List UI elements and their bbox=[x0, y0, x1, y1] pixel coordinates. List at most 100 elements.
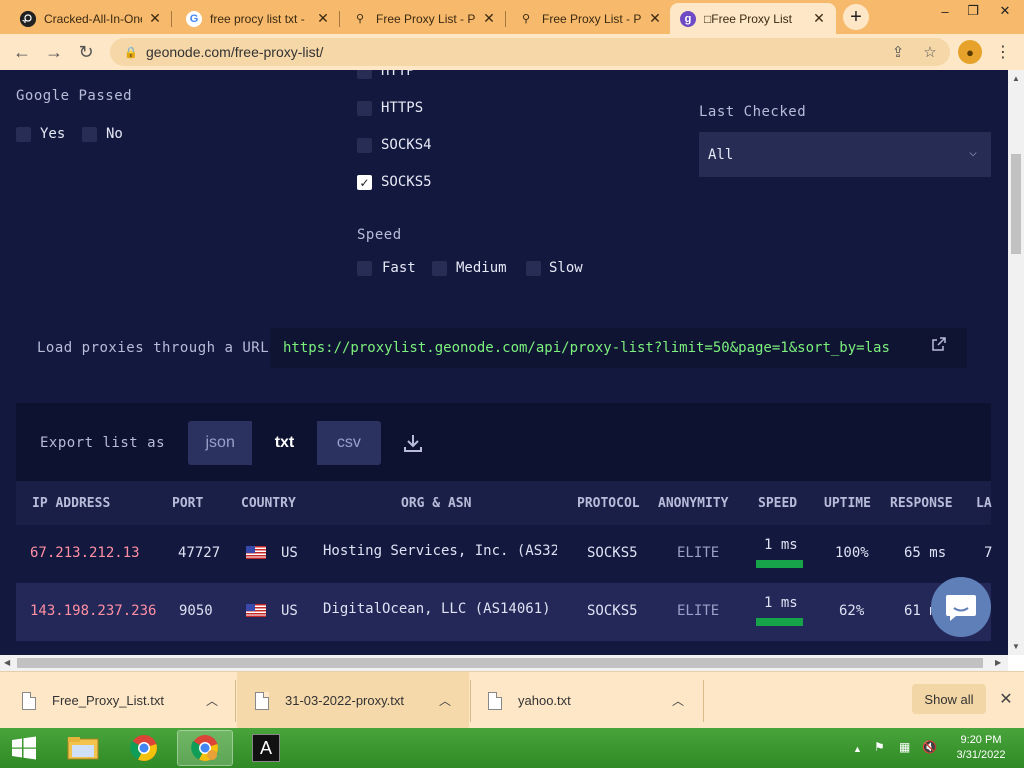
chrome-icon bbox=[191, 735, 218, 761]
horizontal-scrollbar[interactable]: ◀ ▶ bbox=[0, 655, 1008, 671]
close-shelf-button[interactable]: ✕ bbox=[996, 687, 1016, 711]
scroll-down-icon[interactable]: ▼ bbox=[1012, 642, 1020, 651]
file-icon bbox=[488, 691, 502, 710]
scroll-up-icon[interactable]: ▲ bbox=[1012, 74, 1020, 83]
tab-title: Free Proxy List - Pr bbox=[376, 11, 476, 26]
proxy-site-icon: ⚲ bbox=[355, 13, 365, 25]
scroll-right-icon[interactable]: ▶ bbox=[995, 658, 1001, 667]
volume-muted-icon[interactable]: 🔇 bbox=[922, 740, 937, 754]
last-checked-select[interactable]: All ⌵ bbox=[699, 132, 991, 177]
col-speed[interactable]: SPEED bbox=[758, 496, 797, 511]
profile-avatar[interactable]: ● bbox=[958, 40, 982, 64]
download-item[interactable]: Free_Proxy_List.txt ︿ bbox=[0, 672, 234, 729]
vertical-scrollbar[interactable]: ▲ ▼ bbox=[1008, 70, 1024, 655]
cell-uptime: 100% bbox=[835, 545, 869, 561]
close-window-button[interactable]: ✕ bbox=[990, 0, 1020, 22]
export-json-button[interactable]: json bbox=[188, 421, 252, 465]
download-icon[interactable] bbox=[402, 432, 424, 454]
speed-medium-checkbox[interactable] bbox=[432, 261, 447, 276]
close-tab-icon[interactable]: ✕ bbox=[482, 10, 496, 27]
api-url-field[interactable]: https://proxylist.geonode.com/api/proxy-… bbox=[270, 328, 967, 368]
forward-button[interactable]: → bbox=[40, 38, 68, 66]
start-button[interactable] bbox=[0, 730, 48, 766]
export-txt-button[interactable]: txt bbox=[252, 421, 317, 465]
tab-free-proxy-list-2[interactable]: ⚲ Free Proxy List - Pr ✕ bbox=[508, 3, 672, 34]
cell-ip[interactable]: 143.198.237.236 bbox=[30, 603, 156, 619]
protocol-socks5-checkbox[interactable]: ✓ bbox=[357, 175, 372, 190]
tab-free-proxy-list-1[interactable]: ⚲ Free Proxy List - Pr ✕ bbox=[342, 3, 506, 34]
download-filename: Free_Proxy_List.txt bbox=[52, 693, 164, 708]
lock-icon: 🔒 bbox=[124, 46, 138, 59]
back-button[interactable]: ← bbox=[8, 38, 36, 66]
us-flag-icon bbox=[246, 604, 266, 617]
clock-time: 9:20 PM bbox=[960, 734, 1002, 746]
cell-speed: 1 ms bbox=[764, 537, 798, 553]
terminal-app-icon: A bbox=[252, 734, 280, 762]
tab-google-search[interactable]: G free procy list txt - ✕ bbox=[176, 3, 340, 34]
restore-icon: ❐ bbox=[967, 3, 979, 18]
google-no-label: No bbox=[106, 126, 123, 142]
col-ip-address[interactable]: IP ADDRESS bbox=[32, 496, 110, 511]
chat-widget-button[interactable] bbox=[931, 577, 991, 637]
file-explorer-taskbar-button[interactable] bbox=[55, 730, 111, 766]
chevron-up-icon[interactable]: ︿ bbox=[206, 692, 218, 709]
download-item[interactable]: yahoo.txt ︿ bbox=[472, 672, 702, 729]
col-last-checked[interactable]: LA bbox=[976, 496, 992, 511]
close-icon: ✕ bbox=[999, 3, 1011, 18]
close-tab-icon[interactable]: ✕ bbox=[648, 10, 662, 27]
close-tab-icon[interactable]: ✕ bbox=[316, 10, 330, 27]
bookmark-star-icon[interactable]: ☆ bbox=[916, 38, 944, 66]
network-icon[interactable]: ▦ bbox=[899, 740, 910, 754]
minimize-button[interactable]: – bbox=[930, 0, 960, 22]
col-response[interactable]: RESPONSE bbox=[890, 496, 953, 511]
external-link-icon[interactable] bbox=[929, 334, 949, 354]
show-hidden-icons-icon[interactable]: ▲ bbox=[853, 744, 862, 754]
protocol-socks4-checkbox[interactable] bbox=[357, 138, 372, 153]
tab-geonode-active[interactable]: g □Free Proxy List ✕ bbox=[670, 3, 836, 34]
speed-slow-checkbox[interactable] bbox=[526, 261, 541, 276]
cell-country: US bbox=[281, 545, 298, 561]
app-taskbar-button[interactable]: A bbox=[238, 730, 294, 766]
file-icon bbox=[255, 691, 269, 710]
col-port[interactable]: PORT bbox=[172, 496, 203, 511]
restore-button[interactable]: ❐ bbox=[958, 0, 988, 22]
col-country[interactable]: COUNTRY bbox=[241, 496, 296, 511]
share-icon[interactable]: ⇪ bbox=[884, 38, 912, 66]
system-clock[interactable]: 9:20 PM 3/31/2022 bbox=[946, 733, 1016, 763]
scrollbar-thumb[interactable] bbox=[17, 658, 983, 668]
speed-fast-checkbox[interactable] bbox=[357, 261, 372, 276]
browser-menu-icon[interactable]: ⋮ bbox=[993, 40, 1013, 64]
reload-button[interactable]: ↻ bbox=[72, 38, 100, 66]
file-icon bbox=[22, 691, 36, 710]
download-filename: 31-03-2022-proxy.txt bbox=[285, 693, 404, 708]
protocol-https-checkbox[interactable] bbox=[357, 101, 372, 116]
address-bar[interactable]: 🔒 geonode.com/free-proxy-list/ bbox=[110, 38, 950, 66]
chat-bubble-icon bbox=[946, 595, 976, 621]
chevron-up-icon[interactable]: ︿ bbox=[672, 692, 684, 709]
scroll-left-icon[interactable]: ◀ bbox=[4, 658, 10, 667]
show-all-button[interactable]: Show all bbox=[912, 684, 986, 714]
github-icon bbox=[20, 10, 36, 27]
protocol-http-checkbox[interactable] bbox=[357, 70, 372, 79]
col-org-asn[interactable]: ORG & ASN bbox=[401, 496, 471, 511]
export-csv-button[interactable]: csv bbox=[317, 421, 381, 465]
google-no-checkbox[interactable] bbox=[82, 127, 97, 142]
new-tab-button[interactable]: + bbox=[843, 4, 869, 30]
download-item[interactable]: 31-03-2022-proxy.txt ︿ bbox=[237, 672, 469, 729]
tab-github[interactable]: Cracked-All-In-One ✕ bbox=[10, 3, 172, 34]
close-tab-icon[interactable]: ✕ bbox=[812, 10, 826, 27]
chrome-taskbar-button[interactable] bbox=[116, 730, 172, 766]
google-yes-checkbox[interactable] bbox=[16, 127, 31, 142]
tab-title: Cracked-All-In-One bbox=[44, 11, 142, 26]
close-tab-icon[interactable]: ✕ bbox=[148, 10, 162, 27]
cell-ip[interactable]: 67.213.212.13 bbox=[30, 545, 140, 561]
scrollbar-thumb[interactable] bbox=[1011, 154, 1021, 254]
action-center-flag-icon[interactable]: ⚑ bbox=[874, 740, 885, 754]
col-protocol[interactable]: PROTOCOL bbox=[577, 496, 640, 511]
chrome-active-taskbar-button[interactable] bbox=[177, 730, 233, 766]
col-anonymity[interactable]: ANONYMITY bbox=[658, 496, 728, 511]
chevron-down-icon: ⌵ bbox=[969, 145, 977, 160]
col-uptime[interactable]: UPTIME bbox=[824, 496, 871, 511]
chevron-up-icon[interactable]: ︿ bbox=[439, 692, 451, 709]
us-flag-icon bbox=[246, 546, 266, 559]
